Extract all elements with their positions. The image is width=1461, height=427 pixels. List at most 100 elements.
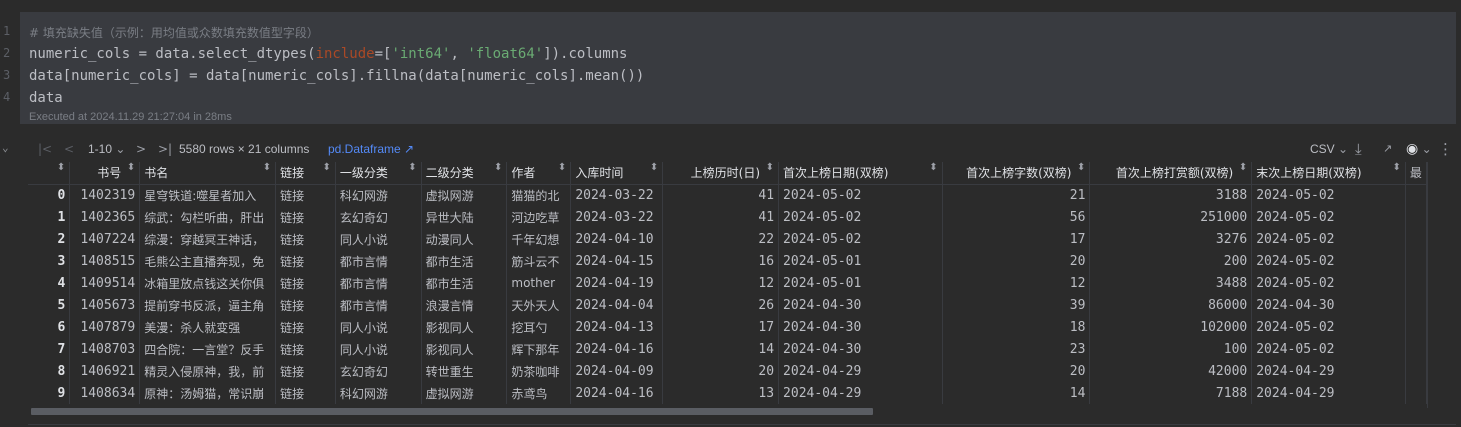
sort-icon[interactable]: ⬍	[766, 162, 774, 173]
table-cell[interactable]: 都市生活	[421, 272, 508, 294]
table-row[interactable]: 2 1407224 综漫：穿越冥王神话， 链接 同人小说 动漫同人 千年幻想 2024-04-…	[28, 228, 1427, 250]
sort-icon[interactable]: ⬍	[929, 162, 937, 173]
table-cell[interactable]: 22	[662, 228, 780, 250]
table-cell[interactable]: 86000	[1089, 294, 1253, 316]
table-cell[interactable]: 2024-05-02	[778, 228, 943, 250]
table-cell[interactable]: 玄幻奇幻	[335, 360, 422, 382]
table-cell[interactable]: 2024-04-15	[570, 250, 664, 272]
column-header[interactable]: 上榜历时(日) ⬍	[662, 162, 780, 185]
column-header[interactable]: 入库时间 ⬍	[570, 162, 664, 185]
table-cell[interactable]: 奶茶咖啡	[506, 360, 572, 382]
table-cell[interactable]: 同人小说	[335, 316, 422, 338]
table-cell[interactable]: 挖耳勺	[506, 316, 572, 338]
table-cell[interactable]: 链接	[275, 206, 336, 228]
table-cell[interactable]: 2024-04-30	[778, 316, 943, 338]
table-row[interactable]: 6 1407879 美漫：杀人就变强 链接 同人小说 影视同人 挖耳勺 2024-04-13 1…	[28, 316, 1427, 338]
table-cell[interactable]: 14	[662, 338, 780, 360]
table-cell[interactable]: 18	[942, 316, 1091, 338]
row-index[interactable]: 2	[28, 228, 71, 250]
table-cell[interactable]: 链接	[275, 184, 336, 206]
table-cell[interactable]: 2024-04-30	[1251, 294, 1406, 316]
table-cell[interactable]: 2024-04-30	[778, 338, 943, 360]
code-line[interactable]: data	[29, 90, 63, 106]
table-cell[interactable]: 20	[942, 360, 1091, 382]
table-cell[interactable]: 星穹铁道:噬星者加入	[139, 184, 277, 206]
table-cell[interactable]: 动漫同人	[421, 228, 508, 250]
table-cell[interactable]: 100	[1089, 338, 1253, 360]
export-format-select[interactable]: CSV ⌄	[1310, 136, 1348, 162]
table-cell[interactable]: 原神：汤姆猫，常识崩	[139, 382, 277, 404]
table-cell[interactable]: 科幻网游	[335, 184, 422, 206]
sort-icon[interactable]: ⬍	[127, 162, 135, 173]
open-in-new-icon[interactable]: ↗	[1383, 136, 1392, 162]
table-cell[interactable]: 56	[942, 206, 1091, 228]
table-cell[interactable]: 天外天人	[506, 294, 572, 316]
code-line[interactable]: # 填充缺失值（示例：用均值或众数填充数值型字段）	[29, 24, 319, 41]
table-cell[interactable]: 2024-05-02	[1251, 272, 1406, 294]
row-index[interactable]: 1	[28, 206, 71, 228]
table-cell[interactable]: 26	[662, 294, 780, 316]
table-cell[interactable]: 2024-04-16	[570, 338, 664, 360]
table-cell[interactable]: 3276	[1089, 228, 1253, 250]
table-cell[interactable]: 1402365	[69, 206, 141, 228]
table-cell[interactable]: 1408515	[69, 250, 141, 272]
table-cell[interactable]: 2024-04-29	[778, 360, 943, 382]
table-cell[interactable]: 1402319	[69, 184, 141, 206]
table-cell[interactable]: 12	[942, 272, 1091, 294]
sort-icon[interactable]: ⬍	[558, 162, 566, 173]
table-cell[interactable]: 7188	[1089, 382, 1253, 404]
table-cell[interactable]: 2024-04-29	[1251, 360, 1406, 382]
table-cell[interactable]: 1408703	[69, 338, 141, 360]
table-cell[interactable]: 链接	[275, 382, 336, 404]
table-cell[interactable]: 1407879	[69, 316, 141, 338]
sort-icon[interactable]: ⬍	[1392, 162, 1400, 173]
table-row[interactable]: 3 1408515 毛熊公主直播奔现，免 链接 都市言情 都市生活 筋斗云不 2024-04-…	[28, 250, 1427, 272]
sort-icon[interactable]: ⬍	[323, 162, 331, 173]
table-cell[interactable]: 链接	[275, 316, 336, 338]
table-cell[interactable]: 2024-05-02	[1251, 250, 1406, 272]
table-row[interactable]: 9 1408634 原神：汤姆猫，常识崩 链接 科幻网游 虚拟网游 赤鸢鸟 2024-04-1…	[28, 382, 1427, 404]
table-cell[interactable]: 1407224	[69, 228, 141, 250]
table-cell[interactable]: 39	[942, 294, 1091, 316]
row-index[interactable]: 8	[28, 360, 71, 382]
table-cell[interactable]: 提前穿书反派，逼主角	[139, 294, 277, 316]
table-cell[interactable]: 河边吃草	[506, 206, 572, 228]
table-cell[interactable]: 23	[942, 338, 1091, 360]
table-cell[interactable]: 41	[662, 184, 780, 206]
table-cell[interactable]: 2024-04-13	[570, 316, 664, 338]
table-cell[interactable]: 影视同人	[421, 338, 508, 360]
table-cell[interactable]: 1405673	[69, 294, 141, 316]
table-cell[interactable]: 20	[942, 250, 1091, 272]
table-cell[interactable]: 2024-04-16	[570, 382, 664, 404]
table-row[interactable]: 0 1402319 星穹铁道:噬星者加入 链接 科幻网游 虚拟网游 猫猫的北 2024-03-…	[28, 184, 1427, 206]
column-header[interactable]: 书名 ⬍	[139, 162, 277, 185]
table-cell[interactable]: 2024-05-02	[1251, 228, 1406, 250]
table-row[interactable]: 7 1408703 四合院：一言堂？反手 链接 同人小说 影视同人 辉下那年 2024-04-…	[28, 338, 1427, 360]
table-cell[interactable]: 都市生活	[421, 250, 508, 272]
column-header[interactable]: 二级分类 ⬍	[421, 162, 508, 185]
sort-icon[interactable]: ⬍	[1239, 162, 1247, 173]
table-cell[interactable]: 1409514	[69, 272, 141, 294]
table-cell[interactable]: 2024-03-22	[570, 206, 664, 228]
table-cell[interactable]: 综漫：穿越冥王神话，	[139, 228, 277, 250]
table-row[interactable]: 4 1409514 冰箱里放点钱这关你俱 链接 都市言情 都市生活 mother 2024-0…	[28, 272, 1427, 294]
table-cell[interactable]: 2024-05-02	[1251, 206, 1406, 228]
table-cell[interactable]: 20	[662, 360, 780, 382]
first-page-icon[interactable]: |<	[38, 136, 52, 162]
row-index[interactable]: 4	[28, 272, 71, 294]
column-header[interactable]: 书号 ⬍	[69, 162, 141, 185]
table-cell[interactable]: 13	[662, 382, 780, 404]
table-cell[interactable]: 1406921	[69, 360, 141, 382]
table-cell[interactable]: 2024-04-10	[570, 228, 664, 250]
sort-icon[interactable]: ⬍	[1077, 162, 1085, 173]
table-row[interactable]: 1 1402365 综武：勾栏听曲，肝出 链接 玄幻奇幻 异世大陆 河边吃草 2024-03-…	[28, 206, 1427, 228]
table-cell[interactable]: 2024-04-09	[570, 360, 664, 382]
sort-icon[interactable]: ⬍	[57, 162, 65, 173]
sort-icon[interactable]: ⬍	[494, 162, 502, 173]
sort-icon[interactable]: ⬍	[263, 162, 271, 173]
table-cell[interactable]: 赤鸢鸟	[506, 382, 572, 404]
table-cell[interactable]: 3188	[1089, 184, 1253, 206]
table-cell[interactable]: 2024-05-02	[1251, 338, 1406, 360]
sort-icon[interactable]: ⬍	[650, 162, 658, 173]
column-header[interactable]: 首次上榜字数(双榜) ⬍	[942, 162, 1091, 185]
